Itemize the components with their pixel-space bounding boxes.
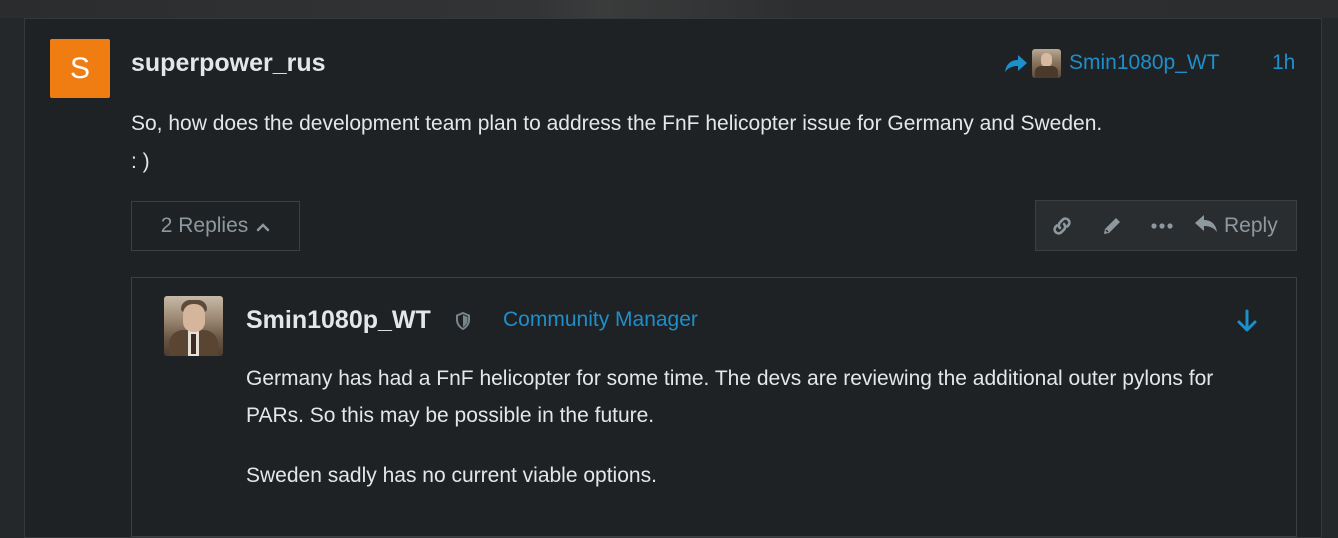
reply-arrow-icon bbox=[1004, 53, 1028, 73]
chevron-up-icon bbox=[256, 214, 270, 238]
reply-to-username[interactable]: Smin1080p_WT bbox=[1069, 51, 1220, 75]
post-actions-bar: Reply bbox=[1035, 200, 1297, 251]
reply-body: Germany has had a FnF helicopter for som… bbox=[246, 360, 1266, 494]
arrow-down-icon[interactable] bbox=[1236, 309, 1258, 338]
reply-to-link[interactable]: Smin1080p_WT bbox=[1004, 47, 1220, 79]
reply-to-avatar bbox=[1032, 48, 1061, 78]
replies-count-label: 2 Replies bbox=[160, 214, 249, 237]
post-author[interactable]: superpower_rus bbox=[131, 49, 326, 78]
user-title[interactable]: Community Manager bbox=[503, 308, 698, 332]
pencil-icon[interactable] bbox=[1088, 214, 1136, 238]
reply-button[interactable]: Reply bbox=[1188, 213, 1278, 238]
reply-label: Reply bbox=[1224, 213, 1278, 237]
user-avatar[interactable]: S bbox=[50, 39, 110, 98]
more-options-icon[interactable] bbox=[1136, 222, 1188, 230]
reply-icon bbox=[1194, 213, 1218, 238]
reply-paragraph: Germany has had a FnF helicopter for som… bbox=[246, 367, 1214, 427]
post-body: So, how does the development team plan t… bbox=[131, 105, 1271, 181]
shield-icon bbox=[455, 311, 471, 335]
link-icon[interactable] bbox=[1036, 214, 1088, 238]
reply-author[interactable]: Smin1080p_WT bbox=[246, 306, 431, 335]
reply-paragraph: Sweden sadly has no current viable optio… bbox=[246, 464, 657, 487]
reply-author-avatar[interactable] bbox=[164, 296, 223, 356]
post-body-line: So, how does the development team plan t… bbox=[131, 112, 1103, 135]
page-header-strip bbox=[0, 0, 1338, 18]
replies-toggle-button[interactable]: 2 Replies bbox=[131, 201, 300, 251]
post-time[interactable]: 1h bbox=[1272, 51, 1295, 75]
post-body-line: : ) bbox=[131, 150, 150, 173]
